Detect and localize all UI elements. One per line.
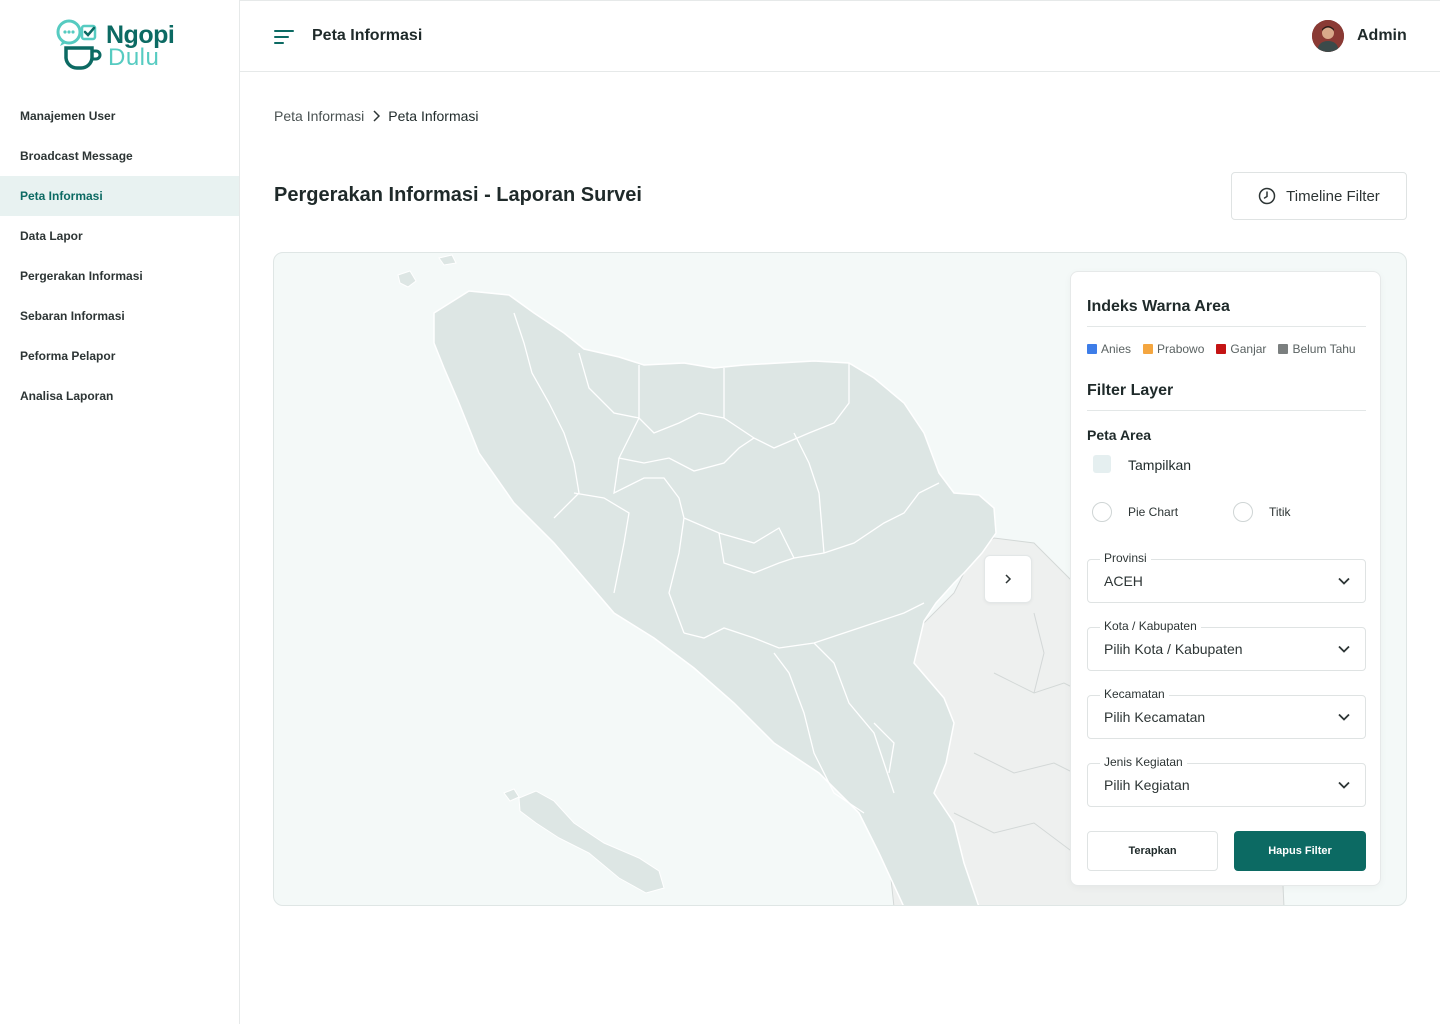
pie-chart-radio[interactable] (1092, 502, 1112, 522)
app-logo[interactable]: Ngopi Dulu (56, 18, 196, 72)
divider (1087, 410, 1366, 411)
top-bar: Peta Informasi Admin (240, 0, 1440, 72)
sidebar-nav: Manajemen User Broadcast Message Peta In… (0, 96, 239, 416)
sidebar-item-peta-informasi[interactable]: Peta Informasi (0, 176, 239, 216)
color-legend: Anies Prabowo Ganjar Belum Tahu (1087, 342, 1356, 356)
filter-layer-title: Filter Layer (1087, 382, 1174, 399)
timeline-filter-label: Timeline Filter (1286, 187, 1380, 205)
collapse-panel-button[interactable] (984, 555, 1032, 603)
peta-area-heading: Peta Area (1087, 427, 1152, 443)
tampilkan-checkbox[interactable] (1093, 455, 1111, 473)
kota-kabupaten-select[interactable]: Kota / Kabupaten Pilih Kota / Kabupaten (1087, 619, 1366, 671)
chevron-down-icon (1338, 781, 1350, 789)
divider (1087, 326, 1366, 327)
legend-item-belum-tahu: Belum Tahu (1278, 342, 1356, 356)
chevron-right-icon (1005, 574, 1012, 584)
sidebar-item-pergerakan-informasi[interactable]: Pergerakan Informasi (0, 256, 239, 296)
sidebar-item-label: Peforma Pelapor (20, 349, 116, 363)
provinsi-label: Provinsi (1100, 551, 1151, 565)
map-province-region (433, 290, 997, 905)
pie-chart-label: Pie Chart (1128, 505, 1179, 519)
sidebar-item-label: Broadcast Message (20, 149, 133, 163)
map-island-north (397, 270, 417, 288)
logo-word-bottom: Dulu (108, 44, 160, 71)
sidebar-item-manajemen-user[interactable]: Manajemen User (0, 96, 239, 136)
legend-label: Belum Tahu (1292, 342, 1356, 356)
legend-label: Ganjar (1230, 342, 1267, 356)
sidebar-item-sebaran-informasi[interactable]: Sebaran Informasi (0, 296, 239, 336)
chevron-down-icon (1338, 713, 1350, 721)
page-header-title: Peta Informasi (312, 27, 423, 44)
sidebar-item-label: Pergerakan Informasi (20, 269, 143, 283)
filter-panel: Indeks Warna Area Anies Prabowo Ganjar B… (1070, 271, 1381, 886)
map-island-simeulue (518, 790, 665, 894)
jenis-kegiatan-value: Pilih Kegiatan (1104, 777, 1190, 793)
user-name[interactable]: Admin (1357, 27, 1407, 45)
kecamatan-value: Pilih Kecamatan (1104, 709, 1206, 725)
legend-item-ganjar: Ganjar (1216, 342, 1266, 356)
kota-kabupaten-label: Kota / Kabupaten (1100, 619, 1201, 633)
legend-label: Prabowo (1157, 342, 1205, 356)
sidebar: Ngopi Dulu Manajemen User Broadcast Mess… (0, 0, 240, 1024)
legend-swatch (1216, 344, 1227, 354)
chevron-down-icon (1338, 645, 1350, 653)
sidebar-item-label: Data Lapor (20, 229, 83, 243)
jenis-kegiatan-label: Jenis Kegiatan (1100, 755, 1187, 769)
kota-kabupaten-value: Pilih Kota / Kabupaten (1104, 641, 1243, 657)
sidebar-item-broadcast-message[interactable]: Broadcast Message (0, 136, 239, 176)
sidebar-item-data-lapor[interactable]: Data Lapor (0, 216, 239, 256)
sidebar-item-analisa-laporan[interactable]: Analisa Laporan (0, 376, 239, 416)
apply-filter-button[interactable]: Terapkan (1087, 831, 1218, 871)
sidebar-item-label: Analisa Laporan (20, 389, 114, 403)
breadcrumb: Peta Informasi Peta Informasi (274, 108, 479, 124)
legend-swatch (1278, 344, 1289, 354)
legend-swatch (1087, 344, 1097, 354)
map-island-northwest (438, 254, 457, 266)
legend-item-prabowo: Prabowo (1143, 342, 1204, 356)
legend-title: Indeks Warna Area (1087, 298, 1230, 315)
breadcrumb-current: Peta Informasi (388, 108, 479, 124)
user-avatar[interactable] (1312, 20, 1344, 52)
coffee-cup-logo-icon (56, 19, 102, 70)
page-title: Pergerakan Informasi - Laporan Survei (274, 184, 642, 206)
sidebar-item-label: Sebaran Informasi (20, 309, 125, 323)
legend-label: Anies (1101, 342, 1132, 356)
jenis-kegiatan-select[interactable]: Jenis Kegiatan Pilih Kegiatan (1087, 755, 1366, 807)
kecamatan-select[interactable]: Kecamatan Pilih Kecamatan (1087, 687, 1366, 739)
map-island-small (503, 788, 520, 802)
chevron-down-icon (1338, 577, 1350, 585)
clear-filter-button[interactable]: Hapus Filter (1234, 831, 1366, 871)
tampilkan-label: Tampilkan (1128, 457, 1192, 473)
titik-radio[interactable] (1233, 502, 1253, 522)
sidebar-item-label: Manajemen User (20, 109, 116, 123)
legend-item-anies: Anies (1087, 342, 1131, 356)
kecamatan-label: Kecamatan (1100, 687, 1169, 701)
chevron-right-icon (372, 110, 381, 122)
titik-label: Titik (1269, 505, 1291, 519)
timeline-filter-button[interactable]: Timeline Filter (1231, 172, 1407, 220)
breadcrumb-parent[interactable]: Peta Informasi (274, 108, 364, 124)
legend-swatch (1143, 344, 1154, 354)
sidebar-item-label: Peta Informasi (20, 189, 103, 203)
clock-icon (1258, 187, 1276, 205)
sidebar-item-peforma-pelapor[interactable]: Peforma Pelapor (0, 336, 239, 376)
user-avatar-icon (1312, 20, 1344, 52)
provinsi-value: ACEH (1104, 573, 1143, 589)
provinsi-select[interactable]: Provinsi ACEH (1087, 551, 1366, 603)
menu-toggle-icon[interactable] (274, 30, 294, 44)
